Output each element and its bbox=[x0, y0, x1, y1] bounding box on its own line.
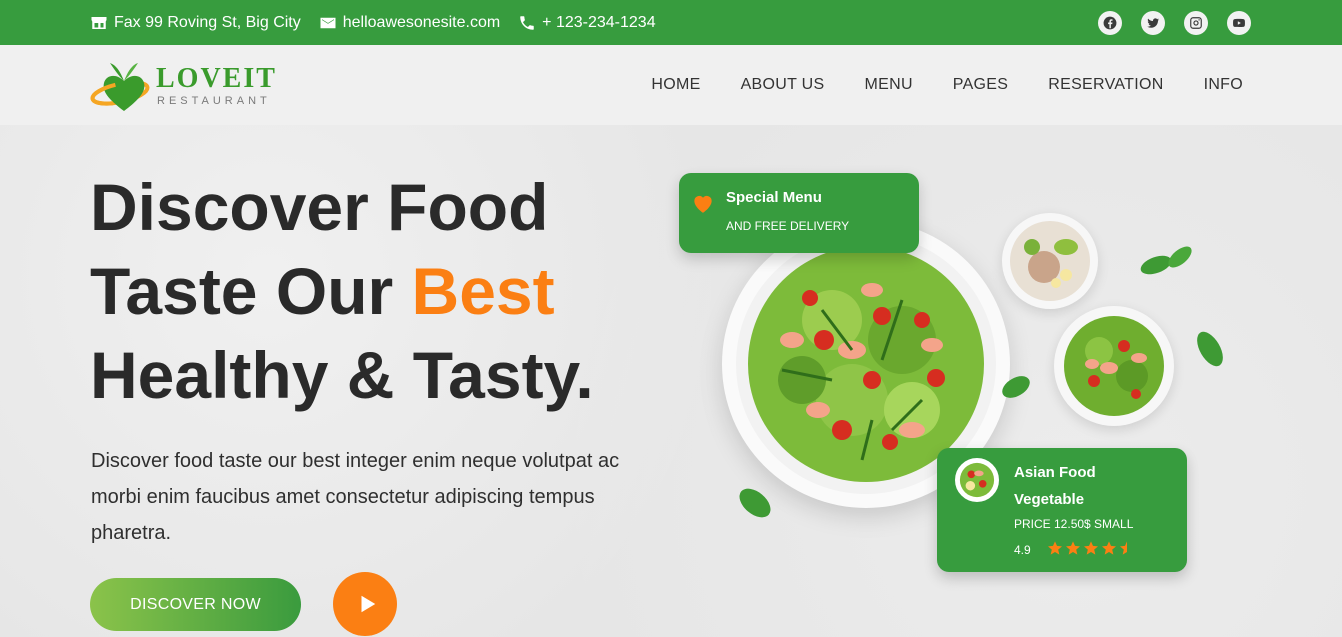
instagram-icon[interactable] bbox=[1184, 11, 1208, 35]
discover-now-button[interactable]: DISCOVER NOW bbox=[90, 578, 301, 631]
headline-accent: Best bbox=[411, 254, 555, 328]
twitter-icon[interactable] bbox=[1141, 11, 1165, 35]
facebook-icon[interactable] bbox=[1098, 11, 1122, 35]
store-icon bbox=[91, 16, 107, 29]
brand-name: LOVEIT bbox=[156, 63, 277, 94]
star-icon bbox=[1066, 541, 1080, 555]
social-links bbox=[1098, 11, 1251, 35]
address-item: Fax 99 Roving St, Big City bbox=[90, 14, 301, 32]
heart-leaf-logo-icon bbox=[90, 63, 150, 111]
logo[interactable]: LOVEIT RESTAURANT bbox=[90, 53, 290, 117]
envelope-icon bbox=[320, 17, 336, 28]
star-half-icon bbox=[1120, 541, 1127, 555]
food-price: PRICE 12.50$ SMALL bbox=[1014, 517, 1134, 531]
food-item-card[interactable]: Asian Food Vegetable PRICE 12.50$ SMALL … bbox=[937, 448, 1187, 572]
nav-info[interactable]: INFO bbox=[1204, 76, 1243, 94]
nav-home[interactable]: HOME bbox=[651, 76, 700, 94]
special-menu-subtitle: AND FREE DELIVERY bbox=[726, 219, 850, 233]
mint-leaf-icon bbox=[739, 488, 771, 518]
nav-menu[interactable]: MENU bbox=[864, 76, 912, 94]
headline-line-1: Discover Food bbox=[90, 170, 549, 244]
address-text: Fax 99 Roving St, Big City bbox=[114, 13, 301, 31]
nav-about-us[interactable]: ABOUT US bbox=[741, 76, 825, 94]
nav-pages[interactable]: PAGES bbox=[953, 76, 1008, 94]
mint-leaf-icon bbox=[1140, 246, 1192, 275]
shrimp-salad-image bbox=[1054, 306, 1174, 426]
tuna-salad-image bbox=[1002, 213, 1098, 309]
headline-line-3: Healthy & Tasty. bbox=[90, 338, 594, 412]
main-menu: HOME ABOUT US MENU PAGES RESERVATION INF… bbox=[651, 45, 1243, 125]
mint-leaf-icon bbox=[1002, 376, 1030, 398]
mint-leaf-icon bbox=[1197, 331, 1223, 367]
youtube-icon[interactable] bbox=[1227, 11, 1251, 35]
hero-section: Discover Food Taste Our Best Healthy & T… bbox=[0, 125, 1342, 637]
brand-tagline: RESTAURANT bbox=[157, 95, 271, 107]
email-item[interactable]: helloawesonesite.com bbox=[319, 14, 500, 32]
food-name: Asian Food Vegetable bbox=[1014, 464, 1096, 508]
food-rating: 4.9 bbox=[1014, 543, 1031, 557]
navbar: LOVEIT RESTAURANT HOME ABOUT US MENU PAG… bbox=[0, 45, 1342, 125]
phone-item[interactable]: + 123-234-1234 bbox=[518, 14, 656, 32]
headline-line-2-prefix: Taste Our bbox=[90, 254, 412, 328]
hero-description: Discover food taste our best integer eni… bbox=[91, 450, 620, 544]
email-text[interactable]: helloawesonesite.com bbox=[343, 14, 500, 32]
star-icon bbox=[1084, 541, 1098, 555]
star-icon bbox=[1102, 541, 1116, 555]
contact-info: Fax 99 Roving St, Big City helloawesones… bbox=[90, 0, 656, 45]
food-thumbnail bbox=[955, 458, 999, 502]
play-video-button[interactable] bbox=[333, 572, 397, 636]
play-icon bbox=[361, 595, 376, 613]
top-bar: Fax 99 Roving St, Big City helloawesones… bbox=[0, 0, 1342, 45]
rating-stars bbox=[1047, 540, 1135, 556]
star-icon bbox=[1048, 541, 1062, 555]
special-menu-title: Special Menu bbox=[726, 189, 822, 206]
nav-reservation[interactable]: RESERVATION bbox=[1048, 76, 1163, 94]
phone-text[interactable]: + 123-234-1234 bbox=[542, 14, 655, 32]
phone-icon bbox=[520, 15, 534, 30]
special-menu-card[interactable]: Special Menu AND FREE DELIVERY bbox=[679, 173, 919, 253]
hero-headline: Discover Food Taste Our Best Healthy & T… bbox=[90, 165, 690, 417]
heart-icon bbox=[694, 195, 712, 213]
